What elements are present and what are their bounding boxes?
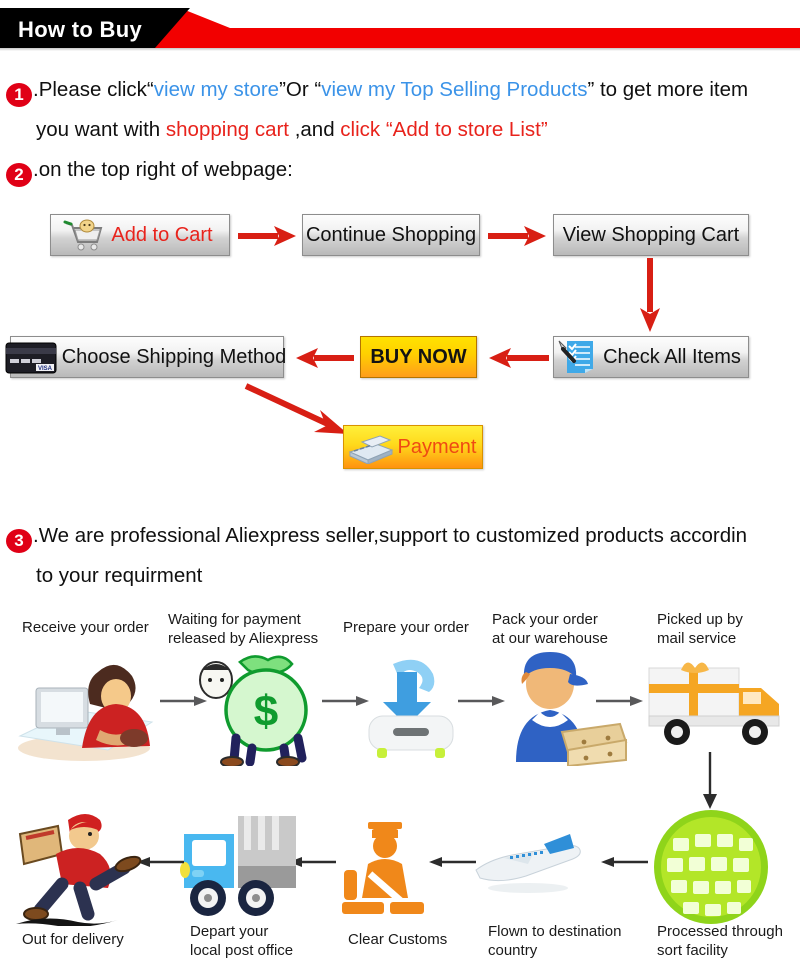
choose-shipping-method-button[interactable]: VISA Choose Shipping Method [5, 336, 286, 378]
link-view-top-selling-products[interactable]: view my Top Selling Products [321, 78, 587, 101]
credit-card-icon: VISA [5, 342, 57, 374]
buy-now-button[interactable]: BUY NOW [360, 336, 477, 378]
step-2-text: .on the top right of webpage: [33, 158, 293, 181]
step-1-text-a: .Please click“ [33, 78, 154, 101]
step-1-line-2: you want with shopping cart ,and click “… [36, 110, 548, 150]
process-label-picked-up-by-mail: Picked up by mail service [657, 611, 743, 647]
link-view-my-store[interactable]: view my store [154, 78, 279, 101]
money-bag-icon: $ [199, 655, 308, 766]
checklist-icon [558, 340, 594, 373]
warehouse-worker-icon [516, 652, 628, 766]
emphasis-shopping-cart: shopping cart [165, 118, 289, 141]
step-2-badge: 2 [6, 163, 32, 187]
customs-officer-icon [342, 822, 424, 914]
process-label-receive-your-order: Receive your order [22, 619, 149, 636]
step-3-line-2: to your requirment [36, 564, 203, 587]
payment-label: Payment [397, 435, 477, 458]
arrow-gray-down-to-globe [703, 752, 717, 809]
check-all-items-label: Check All Items [603, 345, 741, 368]
page-title: How to Buy [18, 17, 142, 42]
process-label-pack-your-order: Pack your order at our warehouse [492, 611, 608, 647]
step-3-line-1: 3 .We are professional Aliexpress seller,… [6, 516, 747, 556]
step-1-badge: 1 [6, 83, 32, 107]
arrow-check-items-to-buy-now [489, 348, 549, 368]
green-globe-icon [654, 810, 768, 924]
step-1-line2-text-a: you want with [36, 118, 166, 141]
airplane-icon [475, 834, 581, 893]
process-label-depart-local-post-office: Depart your local post office [190, 923, 294, 959]
banner-shadow [0, 48, 800, 51]
check-all-items-button[interactable]: Check All Items [553, 336, 749, 378]
arrow-continue-to-view-cart [488, 226, 546, 246]
view-shopping-cart-label: View Shopping Cart [562, 223, 740, 246]
arrow-buy-now-to-shipping [296, 348, 354, 368]
process-label-flown-to-destination: Flown to destination country [488, 923, 622, 959]
buy-now-label: BUY NOW [370, 345, 467, 368]
continue-shopping-button[interactable]: Continue Shopping [302, 214, 480, 256]
step-1-line-1: 1 .Please click“view my store”Or “view my… [6, 70, 748, 110]
add-to-cart-button[interactable]: Add to Cart [50, 214, 230, 256]
shopping-cart-icon [63, 219, 103, 251]
download-box-icon [368, 659, 454, 758]
emphasis-add-to-store-list: click “Add to store List” [340, 118, 548, 141]
process-label-clear-customs: Clear Customs [348, 931, 448, 948]
blue-post-truck-icon [180, 816, 296, 916]
process-label-waiting-for-payment: Waiting for payment released by Aliexpre… [168, 611, 319, 647]
step-1-line2-text-b: ,and [289, 118, 341, 141]
step-3-badge: 3 [6, 529, 32, 553]
step-1-text-c: ” to get more item [587, 78, 749, 101]
svg-text:$: $ [254, 687, 278, 736]
continue-shopping-label: Continue Shopping [305, 223, 477, 246]
running-courier-icon [16, 814, 142, 926]
person-at-computer-icon [18, 664, 154, 761]
process-label-prepare-your-order: Prepare your order [343, 619, 469, 636]
step-3-text: .We are professional Aliexpress seller,s… [33, 524, 748, 547]
arrow-add-to-cart-to-continue [238, 226, 296, 246]
delivery-truck-gift-icon [648, 662, 780, 745]
arrow-gray-4 [596, 696, 643, 706]
step-1-text-b: ”Or “ [279, 78, 322, 101]
svg-text:VISA: VISA [38, 366, 53, 372]
add-to-cart-label: Add to Cart [111, 223, 213, 246]
arrow-shipping-to-payment [244, 383, 348, 434]
arrow-gray-5 [601, 857, 648, 867]
choose-shipping-method-label: Choose Shipping Method [61, 345, 287, 368]
step-2-line: 2 .on the top right of webpage: [6, 150, 293, 190]
payment-button[interactable]: Payment [343, 425, 483, 469]
cash-register-icon [348, 435, 393, 464]
process-label-out-for-delivery: Out for delivery [22, 931, 124, 948]
process-label-processed-sort-facility: Processed through sort facility [657, 923, 783, 959]
arrow-view-cart-to-check-items [640, 258, 660, 332]
page-header-banner: How to Buy [0, 8, 800, 48]
view-shopping-cart-button[interactable]: View Shopping Cart [553, 214, 749, 256]
arrow-gray-3 [458, 696, 505, 706]
